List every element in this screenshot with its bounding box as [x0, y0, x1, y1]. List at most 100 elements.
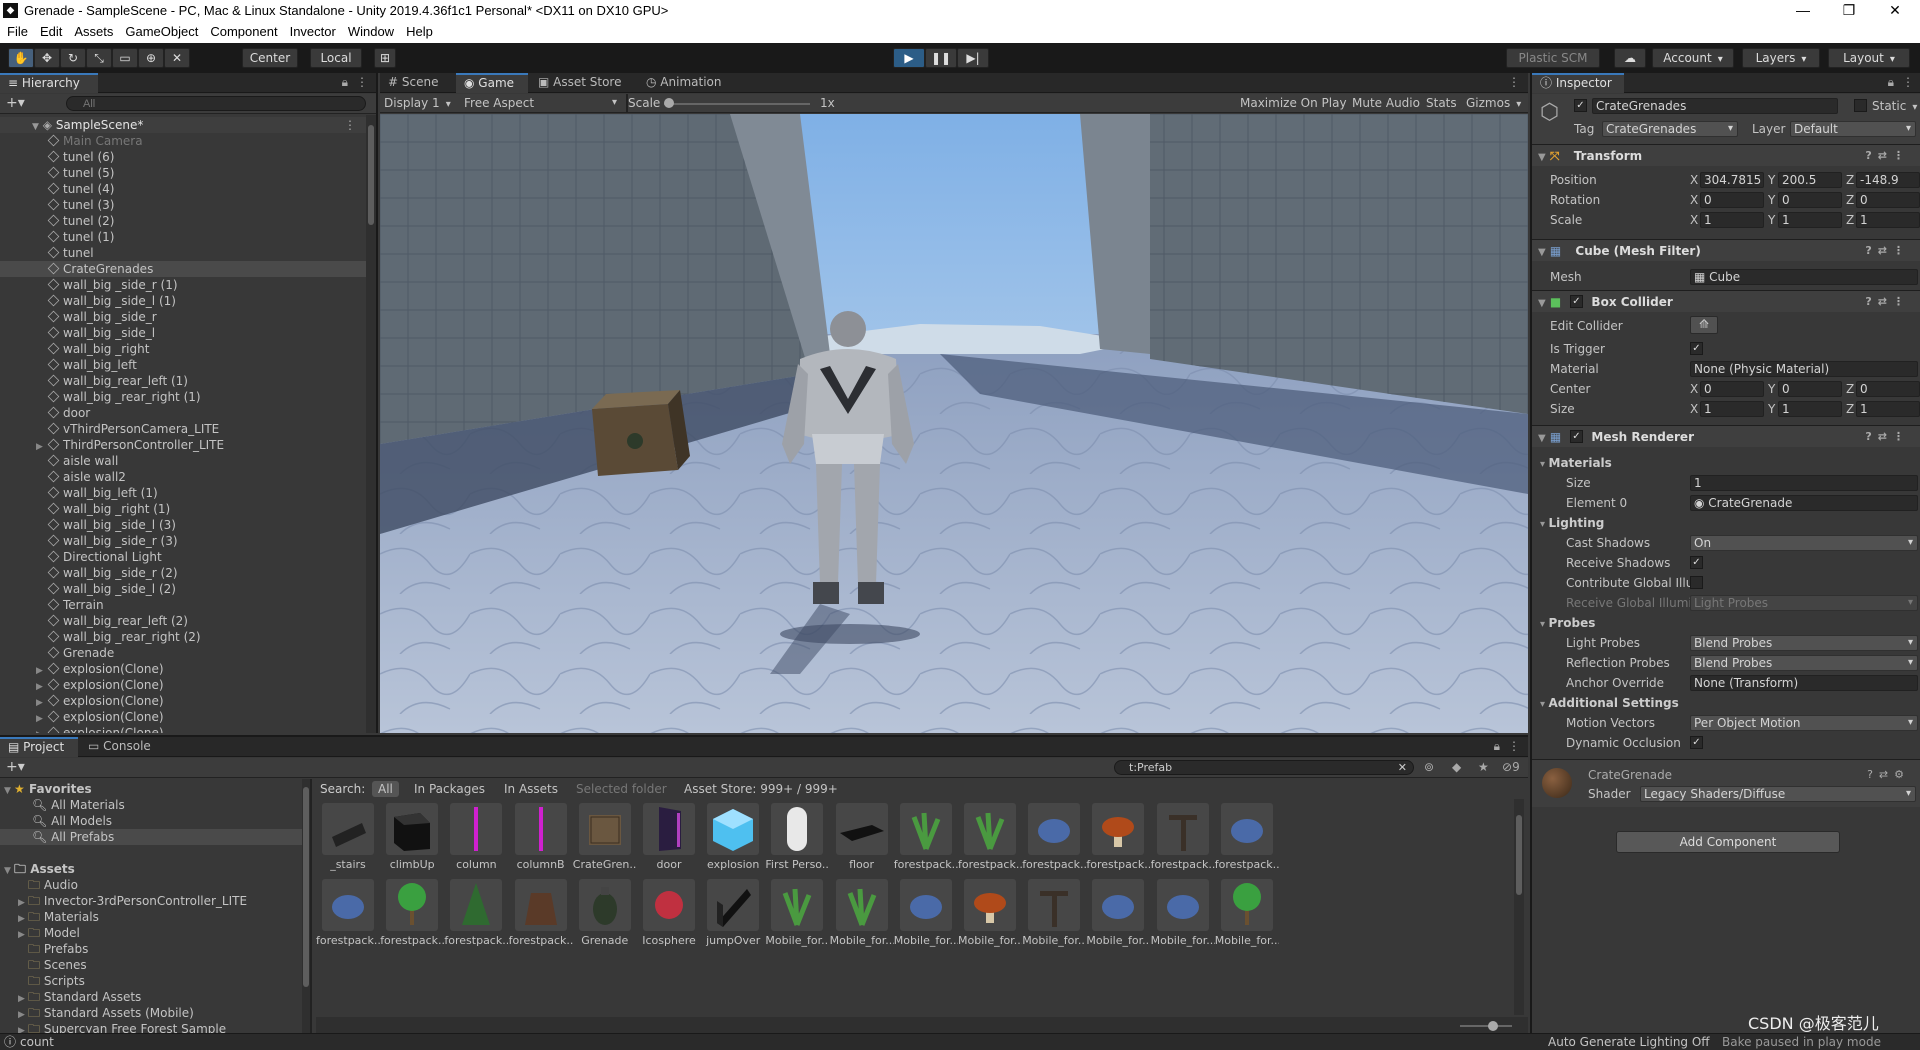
- mesh-field[interactable]: ▦ Cube: [1690, 269, 1918, 285]
- tab-console[interactable]: ▭ Console: [80, 737, 164, 757]
- hierarchy-item[interactable]: tunel (3): [0, 197, 366, 213]
- hierarchy-item[interactable]: ▶explosion(Clone): [0, 709, 366, 725]
- grid-snap-icon[interactable]: ⊞: [374, 48, 396, 68]
- asset-item[interactable]: Mobile_for...: [765, 879, 829, 957]
- hierarchy-item[interactable]: tunel (4): [0, 181, 366, 197]
- edit-collider-button[interactable]: ⟰: [1690, 316, 1718, 334]
- asset-item[interactable]: floor: [830, 803, 894, 881]
- folder-item[interactable]: 🗀 Audio: [0, 877, 78, 893]
- hierarchy-item[interactable]: Main Camera: [0, 133, 366, 149]
- inspector-menu-icon[interactable]: ⋮: [1902, 75, 1914, 89]
- rotate-tool-icon[interactable]: ↻: [60, 48, 86, 68]
- additional-settings-section[interactable]: Additional Settings: [1540, 696, 1679, 710]
- menu-window[interactable]: Window: [341, 22, 399, 39]
- rotation-z-field[interactable]: 0: [1856, 192, 1920, 208]
- aspect-dropdown[interactable]: Free Aspect ▾: [464, 94, 624, 112]
- thumbnail-size-thumb[interactable]: [1488, 1021, 1498, 1031]
- position-x-field[interactable]: 304.7815: [1700, 172, 1764, 188]
- asset-item[interactable]: Mobile_for...: [1151, 879, 1215, 957]
- filter-all[interactable]: All: [372, 781, 399, 797]
- filter-asset-store[interactable]: Asset Store: 999+ / 999+: [684, 779, 838, 799]
- close-button[interactable]: ✕: [1872, 0, 1918, 22]
- receive-shadows-checkbox[interactable]: ✓: [1690, 556, 1703, 569]
- asset-item[interactable]: First Perso...: [765, 803, 829, 881]
- project-menu-icon[interactable]: ⋮: [1508, 739, 1520, 753]
- asset-item[interactable]: CrateGren...: [573, 803, 637, 881]
- asset-item[interactable]: Icosphere: [637, 879, 701, 957]
- menu-assets[interactable]: Assets: [67, 22, 118, 39]
- pause-button[interactable]: ❚❚: [925, 48, 957, 68]
- hierarchy-item[interactable]: ▶explosion(Clone): [0, 693, 366, 709]
- tab-inspector[interactable]: ⓘ Inspector: [1532, 73, 1624, 93]
- collider-size-x-field[interactable]: 1: [1700, 401, 1764, 417]
- pivot-center-button[interactable]: Center: [242, 48, 298, 68]
- scale-x-field[interactable]: 1: [1700, 212, 1764, 228]
- dynamic-occlusion-checkbox[interactable]: ✓: [1690, 736, 1703, 749]
- asset-item[interactable]: Mobile_for...: [1022, 879, 1086, 957]
- tab-hierarchy[interactable]: ≡ Hierarchy: [0, 73, 98, 93]
- physic-material-field[interactable]: None (Physic Material): [1690, 361, 1918, 377]
- hierarchy-item[interactable]: wall_big _side_l (2): [0, 581, 366, 597]
- shader-dropdown[interactable]: Legacy Shaders/Diffuse: [1640, 786, 1916, 802]
- scale-y-field[interactable]: 1: [1778, 212, 1842, 228]
- hierarchy-item[interactable]: wall_big _side_l: [0, 325, 366, 341]
- panel-menu-icon[interactable]: ⋮: [356, 75, 368, 89]
- tab-asset-store[interactable]: ▣ Asset Store: [530, 73, 634, 93]
- static-checkbox[interactable]: [1854, 99, 1867, 112]
- contribute-gi-checkbox[interactable]: [1690, 576, 1703, 589]
- hierarchy-item[interactable]: wall_big _rear_right (2): [0, 629, 366, 645]
- static-dropdown[interactable]: Static: [1872, 99, 1917, 113]
- hierarchy-item[interactable]: wall_big_left: [0, 357, 366, 373]
- project-lock-icon[interactable]: 🔒︎: [1494, 739, 1500, 754]
- tab-project[interactable]: ▤ Project: [0, 737, 78, 757]
- tab-game[interactable]: ◉ Game: [456, 73, 528, 93]
- component-help-icons[interactable]: ?⇄⋮: [1865, 426, 1910, 448]
- anchor-override-field[interactable]: None (Transform): [1690, 675, 1918, 691]
- asset-item[interactable]: forestpack...: [1022, 803, 1086, 881]
- asset-item[interactable]: climbUp: [380, 803, 444, 881]
- folder-scrollbar[interactable]: [302, 779, 310, 1035]
- hierarchy-item[interactable]: wall_big _side_r (3): [0, 533, 366, 549]
- inspector-lock-icon[interactable]: 🔒︎: [1888, 75, 1894, 90]
- asset-item[interactable]: Mobile_for...: [958, 879, 1022, 957]
- display-dropdown[interactable]: Display 1: [384, 94, 451, 114]
- transform-header[interactable]: ▼ ⤧ Transform ?⇄⋮: [1532, 144, 1920, 166]
- asset-item[interactable]: forestpack...: [444, 879, 508, 957]
- asset-item[interactable]: forestpack...: [509, 879, 573, 957]
- hierarchy-item[interactable]: ▶ ThirdPersonController_LITE: [0, 437, 366, 453]
- asset-item[interactable]: forestpack...: [316, 879, 380, 957]
- hierarchy-item[interactable]: wall_big _side_l (1): [0, 293, 366, 309]
- layer-dropdown[interactable]: Default: [1790, 121, 1916, 137]
- hierarchy-item[interactable]: wall_big _side_r: [0, 309, 366, 325]
- hierarchy-item[interactable]: tunel (2): [0, 213, 366, 229]
- hierarchy-scrollbar[interactable]: [366, 115, 376, 733]
- pivot-local-button[interactable]: Local: [310, 48, 362, 68]
- hierarchy-item[interactable]: tunel (5): [0, 165, 366, 181]
- add-component-button[interactable]: Add Component: [1616, 831, 1840, 853]
- create-plus-icon[interactable]: +▾: [6, 95, 25, 111]
- stats-toggle[interactable]: Stats: [1426, 94, 1457, 112]
- asset-item[interactable]: jumpOver: [701, 879, 765, 957]
- fav-all-prefabs[interactable]: 🔍︎ All Prefabs: [0, 829, 302, 845]
- scale-z-field[interactable]: 1: [1856, 212, 1920, 228]
- menu-component[interactable]: Component: [203, 22, 282, 39]
- mesh-renderer-header[interactable]: ▼ ▦ ✓ Mesh Renderer ?⇄⋮: [1532, 425, 1920, 447]
- hierarchy-item[interactable]: ▶explosion(Clone): [0, 725, 366, 733]
- custom-tool-icon[interactable]: ✕: [164, 48, 190, 68]
- object-name-field[interactable]: CrateGrenades: [1592, 98, 1838, 114]
- folder-item[interactable]: ▶ 🗀 Model: [0, 925, 80, 941]
- menu-gameobject[interactable]: GameObject: [118, 22, 203, 39]
- cloud-icon[interactable]: ☁: [1614, 48, 1646, 68]
- search-clear-icon[interactable]: ✕: [1398, 761, 1407, 774]
- rotation-x-field[interactable]: 0: [1700, 192, 1764, 208]
- asset-item[interactable]: forestpack...: [1086, 803, 1150, 881]
- layers-dropdown[interactable]: Layers: [1742, 48, 1820, 68]
- hierarchy-item[interactable]: wall_big _right (1): [0, 501, 366, 517]
- probes-section[interactable]: Probes: [1540, 616, 1596, 630]
- hierarchy-item[interactable]: wall_big _right: [0, 341, 366, 357]
- tag-dropdown[interactable]: CrateGrenades: [1602, 121, 1738, 137]
- hierarchy-item[interactable]: tunel (6): [0, 149, 366, 165]
- step-button[interactable]: ▶|: [957, 48, 989, 68]
- scale-tool-icon[interactable]: ⤡: [86, 48, 112, 68]
- hierarchy-item[interactable]: wall_big _side_r (1): [0, 277, 366, 293]
